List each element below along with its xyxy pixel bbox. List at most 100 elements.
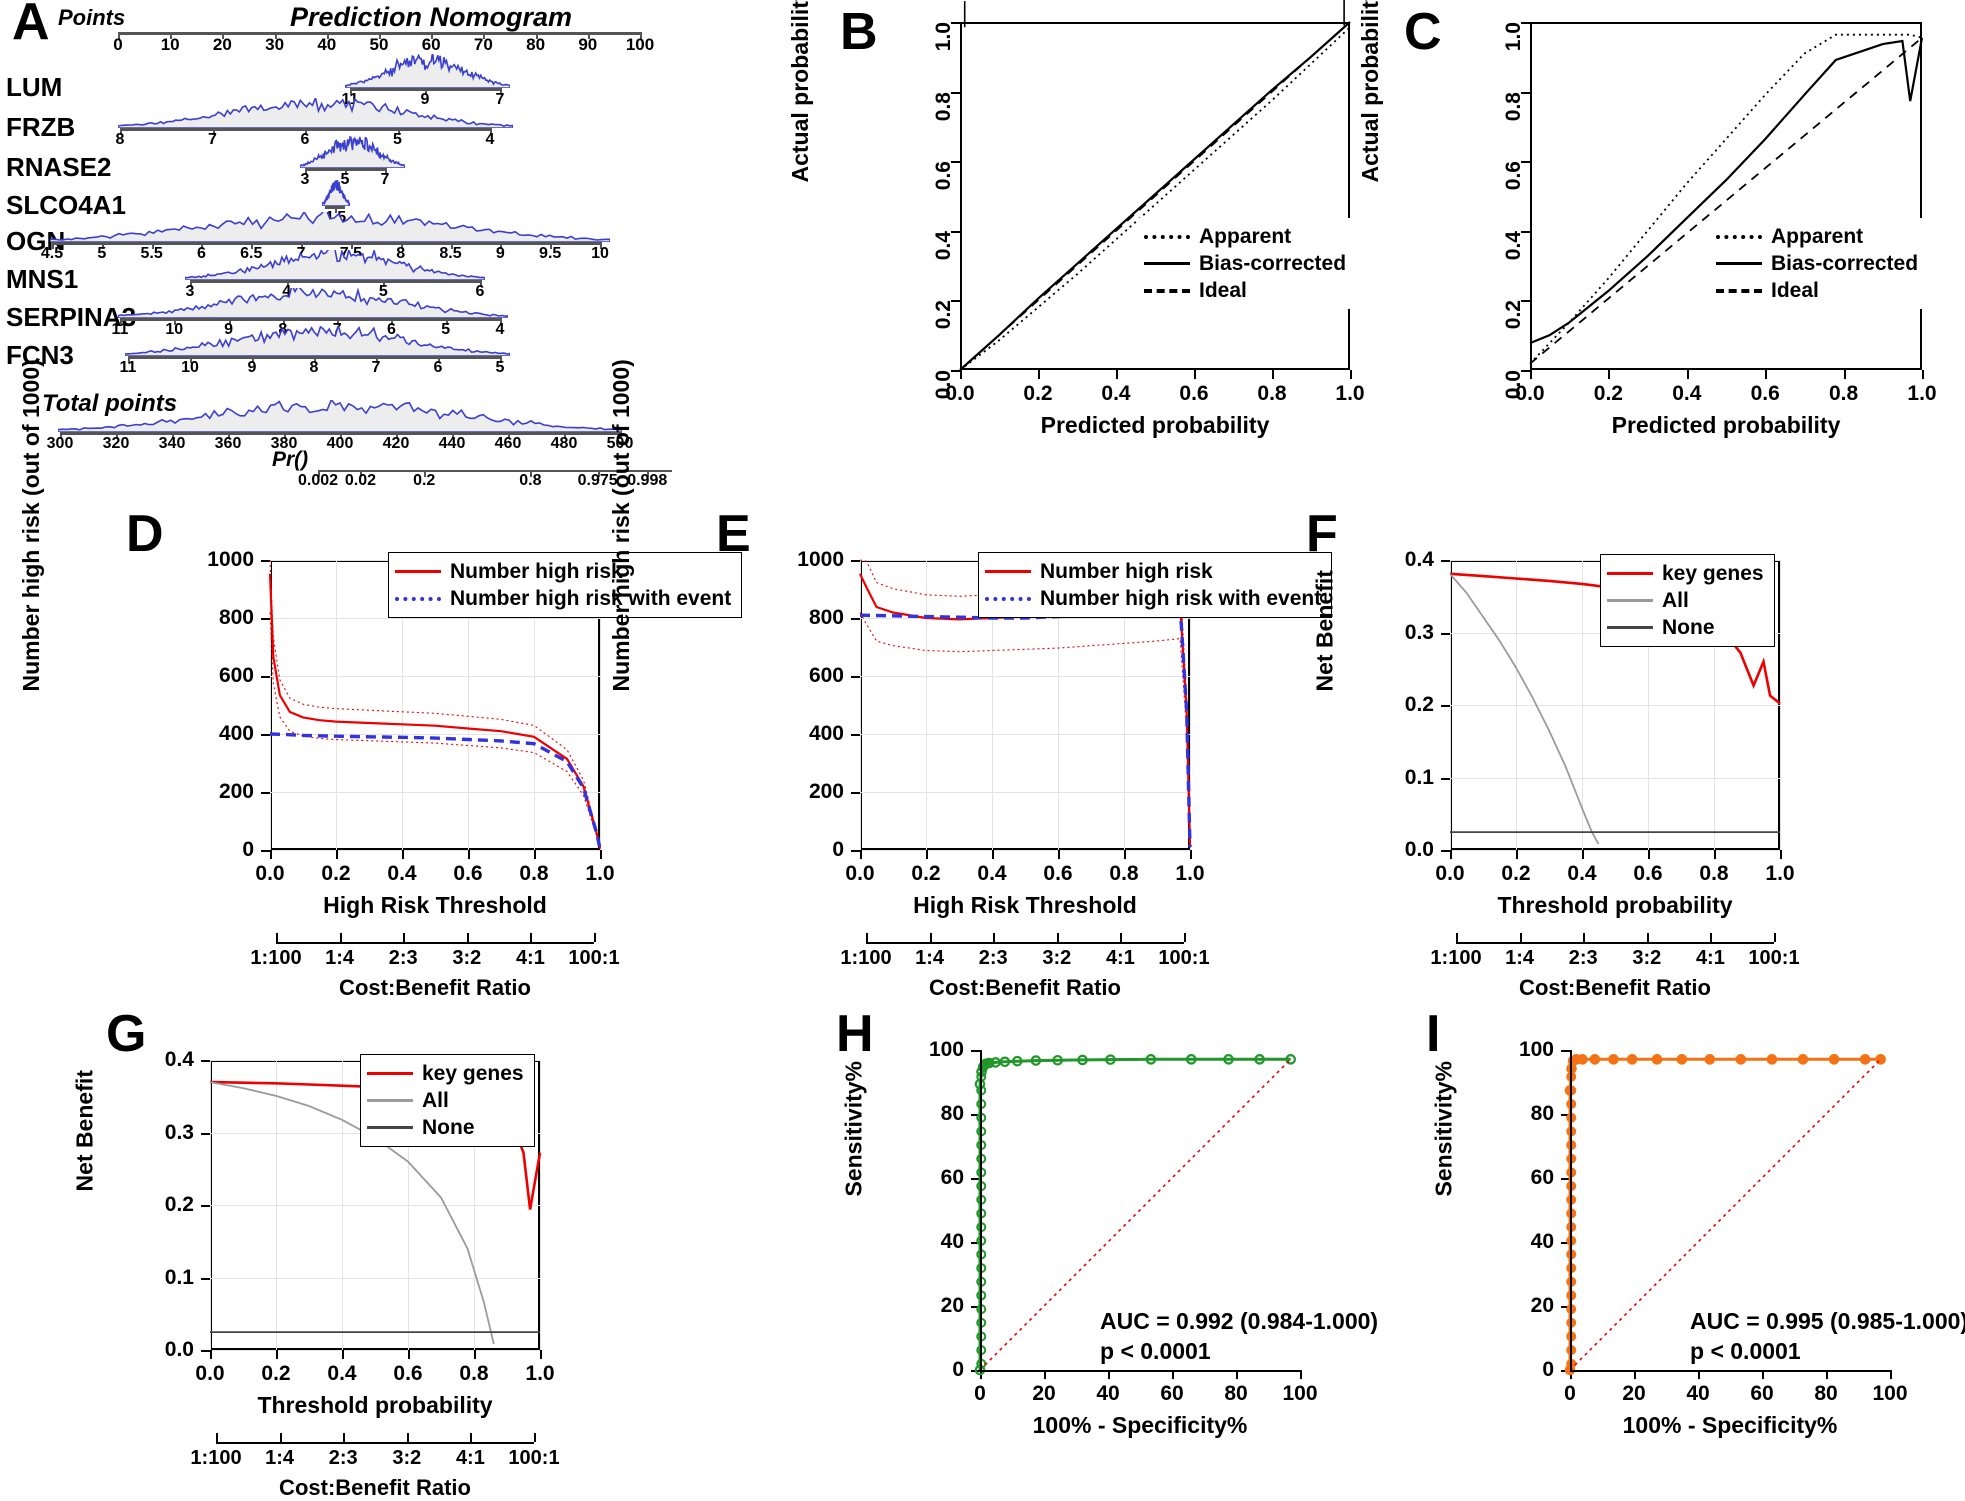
panel-e-ytick [851, 560, 860, 562]
panel-g-ytick [201, 1132, 210, 1135]
panel-e-ytick [851, 676, 860, 678]
panel-h-xtick-label: 0 [974, 1382, 986, 1405]
panel-h-roc: H 0 20 40 60 80 100 0 20 40 60 80 100 100% - Specifi… [810, 1000, 1378, 1494]
panel-f-cost-benefit-axis-tick [1710, 933, 1713, 942]
panel-f-cost-benefit-axis-tick [1774, 933, 1776, 942]
panel-d-clinical-impact: D 0.0 0.2 0.4 0.6 0.8 1.0 0 200 400 600 800 1000 Hig… [18, 359, 743, 1000]
panel-e-cost-benefit-axis-title: Cost:Benefit Ratio [929, 975, 1121, 1000]
panel-h-ytick-label: 40 [940, 1230, 964, 1253]
nomogram-tick-label: 9 [495, 245, 505, 262]
panel-g-cost-benefit-axis-line [216, 1442, 534, 1444]
panel-g-cost-benefit-axis-tick [343, 1433, 346, 1442]
panel-f-ytick-label: 0.0 [1404, 838, 1434, 861]
panel-d-ytick [261, 676, 270, 678]
panel-h-xtick-label: 80 [1224, 1382, 1248, 1405]
nomogram-tick-label: 9.5 [539, 245, 562, 262]
nomogram-tick-label: 7 [380, 171, 390, 188]
panel-b-xtick-label: 0.2 [1023, 382, 1053, 405]
panel-c-ytick-label: 0.2 [1502, 300, 1525, 330]
points-axis-tick-label: 60 [421, 35, 441, 54]
points-axis-tick-label: 80 [526, 35, 546, 54]
panel-e-cost-benefit-axis-tick-label: 100:1 [1158, 947, 1210, 969]
legend-label: Bias-corrected [1771, 251, 1919, 275]
panel-e-legend: Number high risk Number high risk with ev… [978, 552, 1333, 618]
panel-i-ytick-label: 100 [1518, 1038, 1554, 1061]
legend-row: None [367, 1114, 524, 1141]
panel-g-xaxis-label: Threshold probability [257, 1392, 493, 1418]
total-points-tick-label: 300 [46, 435, 74, 452]
panel-e-xtick [992, 850, 994, 859]
panel-e-xtick-label: 0.2 [911, 862, 941, 885]
legend-label: All [422, 1088, 449, 1112]
panel-b-legend: Apparent Bias-corrected Ideal [1138, 218, 1357, 309]
panel-c-ytick-label: 0.4 [1502, 230, 1525, 260]
legend-row: Bias-corrected [1144, 250, 1346, 277]
legend-row: key genes [1607, 560, 1764, 587]
panel-e-letter: E [716, 505, 751, 563]
panel-d-xtick-label: 0.0 [255, 862, 285, 885]
panel-g-ytick-label: 0.3 [164, 1120, 194, 1144]
panel-i-auc-annotation: AUC = 0.995 (0.985-1.000) [1690, 1308, 1965, 1334]
panel-d-cost-benefit-axis-tick [276, 933, 278, 942]
total-points-tick-label: 420 [382, 435, 410, 452]
panel-g-ytick-label: 0.2 [164, 1193, 194, 1216]
panel-h-ytick-label: 100 [928, 1038, 964, 1061]
points-axis-tick-label: 30 [265, 35, 285, 54]
panel-e-cost-benefit-axis-tick [993, 933, 996, 942]
panel-e-cost-benefit-axis-line [866, 942, 1184, 944]
nomogram-row-label-lum: LUM [6, 72, 63, 102]
panel-e-xtick-label: 1.0 [1175, 862, 1205, 885]
panel-c-xtick-label: 0.2 [1593, 382, 1623, 405]
legend-label: Apparent [1771, 224, 1864, 248]
panel-h-xtick-label: 40 [1096, 1382, 1120, 1405]
panel-i-roc: I 0 20 40 60 80 100 0 20 40 60 80 100 100% - Specifi… [1400, 1000, 1965, 1494]
nomogram-tick-label: 5 [495, 359, 505, 376]
panel-f-xtick [1450, 850, 1452, 859]
panel-b-yaxis-label: Actual probability [786, 0, 813, 183]
panel-d-cost-benefit-axis-tick-label: 100:1 [568, 947, 620, 969]
panel-e-cost-benefit-axis-tick [1056, 933, 1059, 942]
panel-g-xtick [342, 1350, 344, 1359]
panel-i-yaxis-label: Sensitivity% [1430, 1061, 1457, 1197]
panel-b-xtick [1272, 370, 1274, 379]
legend-row: key genes [367, 1060, 524, 1087]
panel-b-xtick-label: 0.6 [1179, 382, 1209, 405]
panel-c-xtick [1843, 370, 1846, 379]
panel-d-cost-benefit-axis-tick-label: 1:4 [325, 947, 355, 969]
panel-e-ytick [851, 850, 860, 852]
panel-f-xtick-label: 0.4 [1567, 862, 1597, 885]
panel-g-ytick [201, 1060, 210, 1062]
panel-d-ytick [261, 734, 270, 736]
panel-f-xtick-label: 1.0 [1765, 862, 1795, 885]
panel-i-xtick-label: 100 [1872, 1382, 1908, 1405]
nomogram-tick-label: 7 [371, 359, 381, 376]
panel-i-ytick-label: 40 [1530, 1230, 1554, 1253]
legend-label: Apparent [1199, 224, 1292, 248]
panel-g-cost-benefit-axis-tick-label: 1:100 [190, 1447, 242, 1469]
legend-label: key genes [1662, 561, 1764, 585]
panel-b-ytick-label: 0.6 [932, 161, 955, 191]
panel-g-xtick [474, 1350, 476, 1359]
panel-c-curves [1529, 33, 1924, 365]
panel-g-cost-benefit-axis-tick [279, 1433, 282, 1442]
panel-i-ytick-label: 20 [1530, 1294, 1554, 1317]
panel-d-ytick-label: 200 [218, 780, 254, 803]
panel-f-ytick [1441, 777, 1450, 780]
total-points-tick-label: 460 [494, 435, 522, 452]
panel-f-gridline-y [1450, 850, 1780, 851]
panel-b-xtick [1116, 370, 1118, 379]
panel-g-yaxis-label: Net Benefit [71, 1070, 98, 1192]
panel-e-cost-benefit-axis-tick-label: 4:1 [1105, 947, 1135, 969]
panel-g-cost-benefit-axis-tick-label: 100:1 [508, 1447, 560, 1469]
panel-f-cost-benefit-axis-tick-label: 1:4 [1505, 947, 1535, 969]
panel-f-letter: F [1306, 505, 1338, 563]
panel-f-ytick [1441, 850, 1450, 852]
panel-d-ytick-label: 600 [218, 664, 254, 687]
panel-h-ytick-label: 0 [952, 1358, 964, 1381]
panel-e-ytick [851, 734, 860, 736]
panel-h-xtick-label: 20 [1032, 1382, 1056, 1405]
panel-i-xtick-label: 0 [1564, 1382, 1576, 1405]
legend-row: Number high risk [395, 558, 731, 585]
panel-e-xtick-label: 0.0 [845, 862, 875, 885]
legend-swatch [1716, 234, 1762, 239]
